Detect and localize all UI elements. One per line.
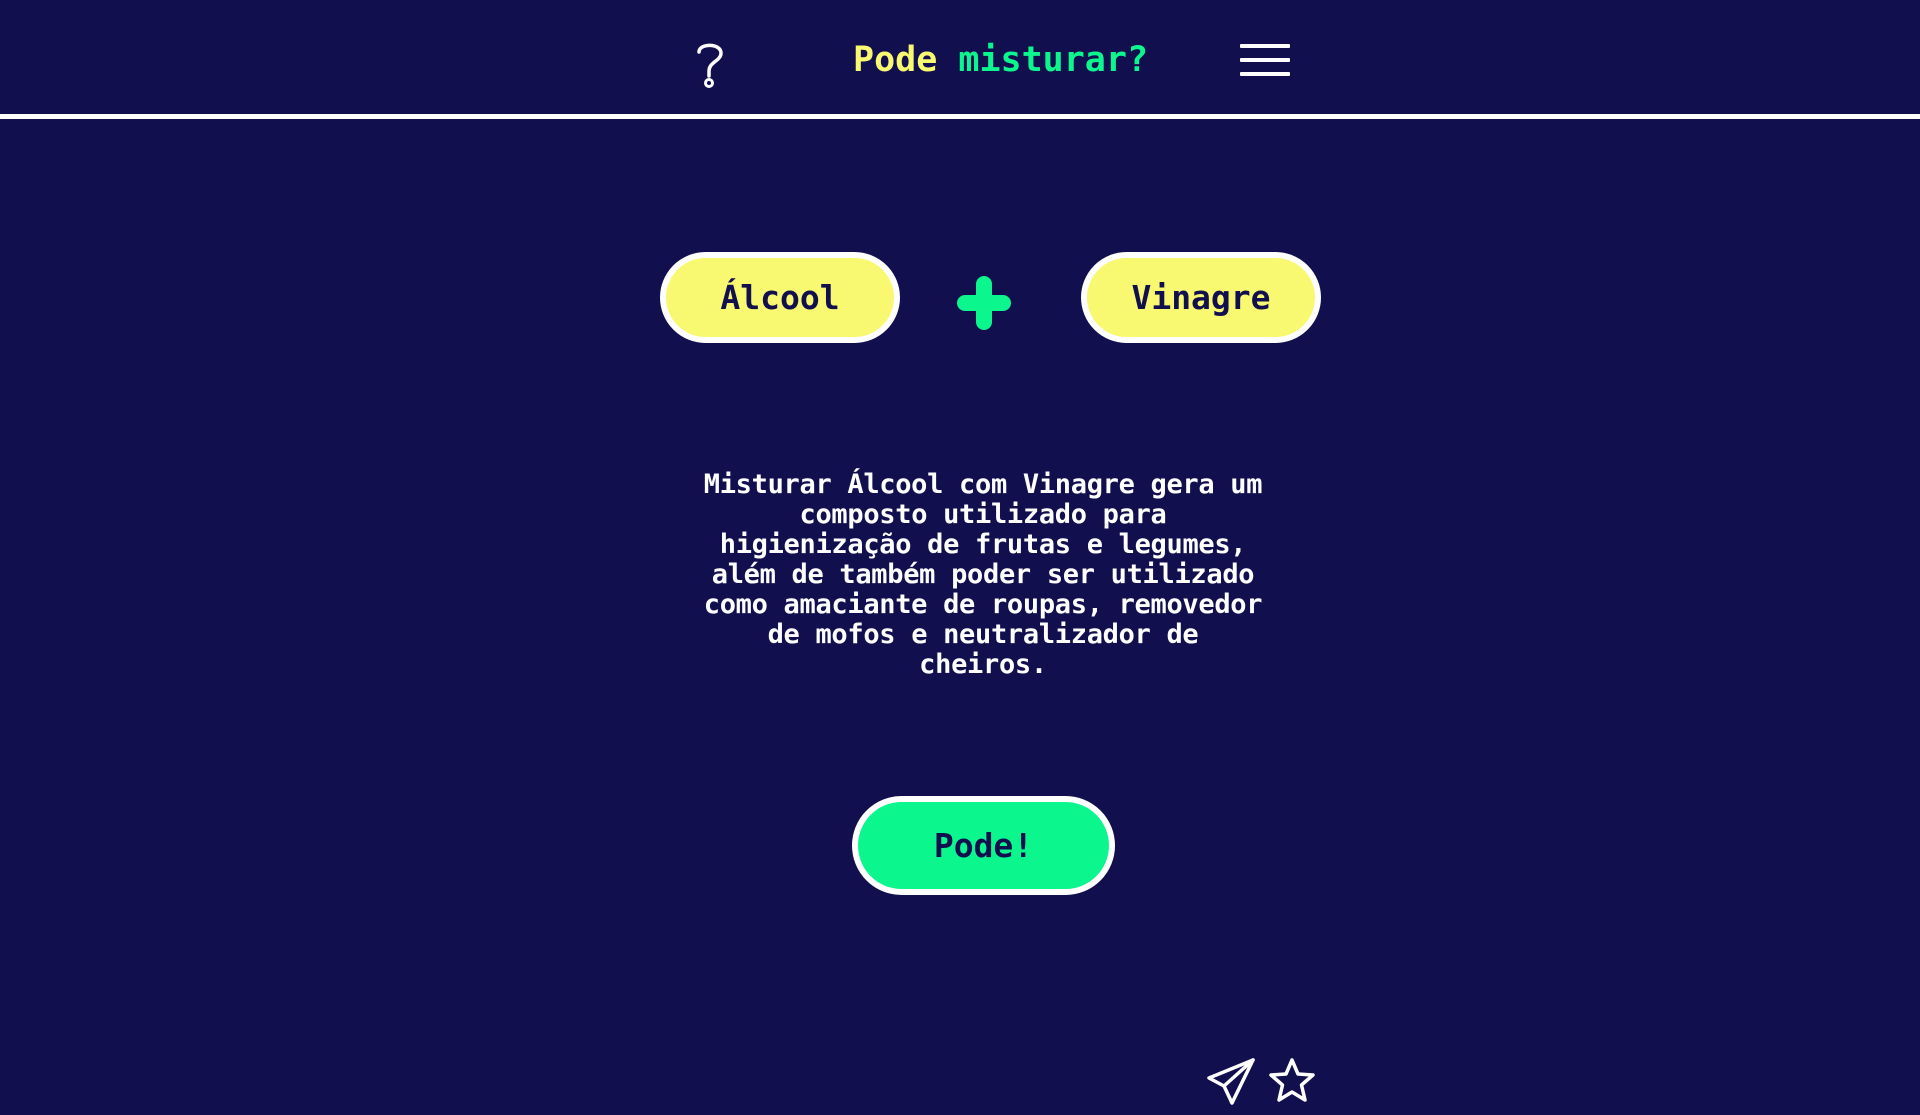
star-icon — [1269, 1058, 1315, 1102]
ingredient-b-button[interactable]: Vinagre — [1081, 252, 1321, 343]
paper-plane-icon — [1207, 1058, 1255, 1105]
favorite-button[interactable] — [1266, 1056, 1318, 1108]
ingredient-a-button[interactable]: Álcool — [660, 252, 900, 343]
top-bar: Pode misturar? — [0, 0, 1920, 119]
help-button[interactable] — [687, 34, 733, 90]
menu-button[interactable] — [1240, 42, 1290, 80]
mix-description: Misturar Álcool com Vinagre gera um comp… — [703, 469, 1263, 680]
app-title: Pode misturar? — [853, 38, 1148, 82]
header-divider — [0, 114, 1920, 119]
app-title-part2: misturar? — [958, 40, 1149, 80]
plus-icon — [957, 276, 1011, 330]
share-button[interactable] — [1205, 1056, 1257, 1108]
question-mark-icon — [697, 43, 723, 88]
app-title-part1: Pode — [853, 40, 938, 80]
verdict-button[interactable]: Pode! — [852, 796, 1115, 895]
